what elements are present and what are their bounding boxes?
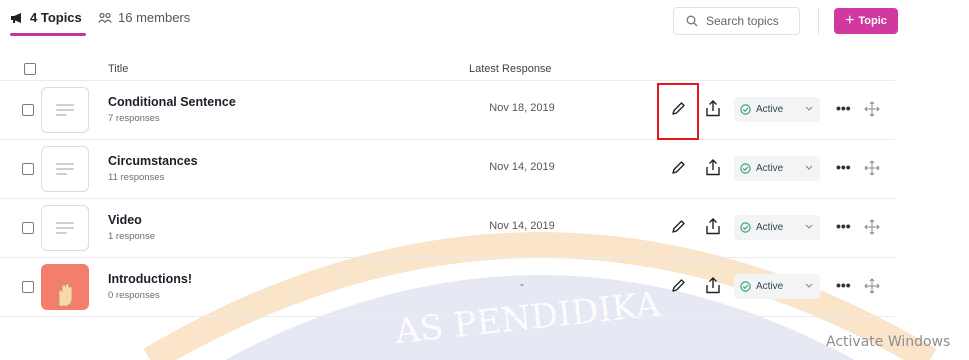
raised-hand-icon xyxy=(58,283,73,307)
table-header: Title Latest Response xyxy=(0,58,895,81)
drag-handle-icon[interactable] xyxy=(864,219,880,235)
status-label: Active xyxy=(756,104,784,115)
search-icon xyxy=(686,15,698,27)
drag-handle-icon[interactable] xyxy=(864,160,880,176)
check-circle-icon xyxy=(740,281,751,292)
topic-title[interactable]: Conditional Sentence xyxy=(108,95,236,109)
search-placeholder: Search topics xyxy=(706,14,779,28)
tab-topics-label: 4 Topics xyxy=(30,10,82,25)
column-header-latest-response: Latest Response xyxy=(469,63,552,75)
document-icon xyxy=(56,160,74,178)
share-icon[interactable] xyxy=(704,99,722,118)
plus-icon: + xyxy=(845,12,855,29)
edit-icon[interactable] xyxy=(669,277,687,295)
chevron-down-icon xyxy=(805,224,813,229)
status-label: Active xyxy=(756,222,784,233)
topic-title[interactable]: Video xyxy=(108,213,142,227)
column-header-title: Title xyxy=(108,63,129,75)
share-icon[interactable] xyxy=(704,217,722,236)
status-dropdown[interactable]: Active xyxy=(734,156,820,181)
activate-windows-watermark: Activate Windows xyxy=(826,334,951,350)
topic-thumbnail xyxy=(41,146,89,192)
add-topic-button[interactable]: + Topic xyxy=(834,8,898,34)
latest-response-date: Nov 14, 2019 xyxy=(489,220,555,232)
row-checkbox[interactable] xyxy=(22,281,34,293)
status-label: Active xyxy=(756,281,784,292)
table-row[interactable]: Circumstances 11 responses Nov 14, 2019 … xyxy=(0,140,895,199)
edit-icon[interactable] xyxy=(669,218,687,236)
topic-response-count: 1 response xyxy=(108,231,156,242)
status-dropdown[interactable]: Active xyxy=(734,97,820,122)
check-circle-icon xyxy=(740,222,751,233)
chevron-down-icon xyxy=(805,283,813,288)
add-topic-label: Topic xyxy=(858,15,887,27)
chevron-down-icon xyxy=(805,165,813,170)
table-row[interactable]: Introductions! 0 responses - Active ••• xyxy=(0,258,895,317)
status-dropdown[interactable]: Active xyxy=(734,274,820,299)
latest-response-date: Nov 18, 2019 xyxy=(489,102,555,114)
top-bar: 4 Topics 16 members Search topics + Topi… xyxy=(0,0,969,45)
document-icon xyxy=(56,101,74,119)
share-icon[interactable] xyxy=(704,158,722,177)
latest-response-date: - xyxy=(520,279,524,291)
more-options-icon[interactable]: ••• xyxy=(836,219,851,233)
edit-highlight-box xyxy=(657,83,699,140)
topic-title[interactable]: Circumstances xyxy=(108,154,198,168)
more-options-icon[interactable]: ••• xyxy=(836,101,851,115)
document-icon xyxy=(56,219,74,237)
select-all-checkbox[interactable] xyxy=(24,63,36,75)
more-options-icon[interactable]: ••• xyxy=(836,160,851,174)
active-tab-indicator xyxy=(10,33,86,36)
check-circle-icon xyxy=(740,163,751,174)
topic-thumbnail xyxy=(41,264,89,310)
tab-topics[interactable]: 4 Topics xyxy=(10,10,86,36)
topic-thumbnail xyxy=(41,87,89,133)
row-checkbox[interactable] xyxy=(22,104,34,116)
latest-response-date: Nov 14, 2019 xyxy=(489,161,555,173)
share-icon[interactable] xyxy=(704,276,722,295)
table-row[interactable]: Video 1 response Nov 14, 2019 Active ••• xyxy=(0,199,895,258)
topic-response-count: 7 responses xyxy=(108,113,160,124)
megaphone-icon xyxy=(11,12,21,23)
status-dropdown[interactable]: Active xyxy=(734,215,820,240)
more-options-icon[interactable]: ••• xyxy=(836,278,851,292)
members-icon xyxy=(98,12,112,23)
toolbar-divider xyxy=(818,8,819,34)
drag-handle-icon[interactable] xyxy=(864,278,880,294)
topic-response-count: 11 responses xyxy=(108,172,165,183)
topic-response-count: 0 responses xyxy=(108,290,160,301)
search-input[interactable]: Search topics xyxy=(673,7,800,35)
row-checkbox[interactable] xyxy=(22,222,34,234)
chevron-down-icon xyxy=(805,106,813,111)
tab-members-label: 16 members xyxy=(118,10,191,25)
topic-thumbnail xyxy=(41,205,89,251)
topic-title[interactable]: Introductions! xyxy=(108,272,192,286)
edit-icon[interactable] xyxy=(669,159,687,177)
tab-members[interactable]: 16 members xyxy=(98,10,190,25)
status-label: Active xyxy=(756,163,784,174)
row-checkbox[interactable] xyxy=(22,163,34,175)
table-row[interactable]: Conditional Sentence 7 responses Nov 18,… xyxy=(0,81,895,140)
drag-handle-icon[interactable] xyxy=(864,101,880,117)
check-circle-icon xyxy=(740,104,751,115)
